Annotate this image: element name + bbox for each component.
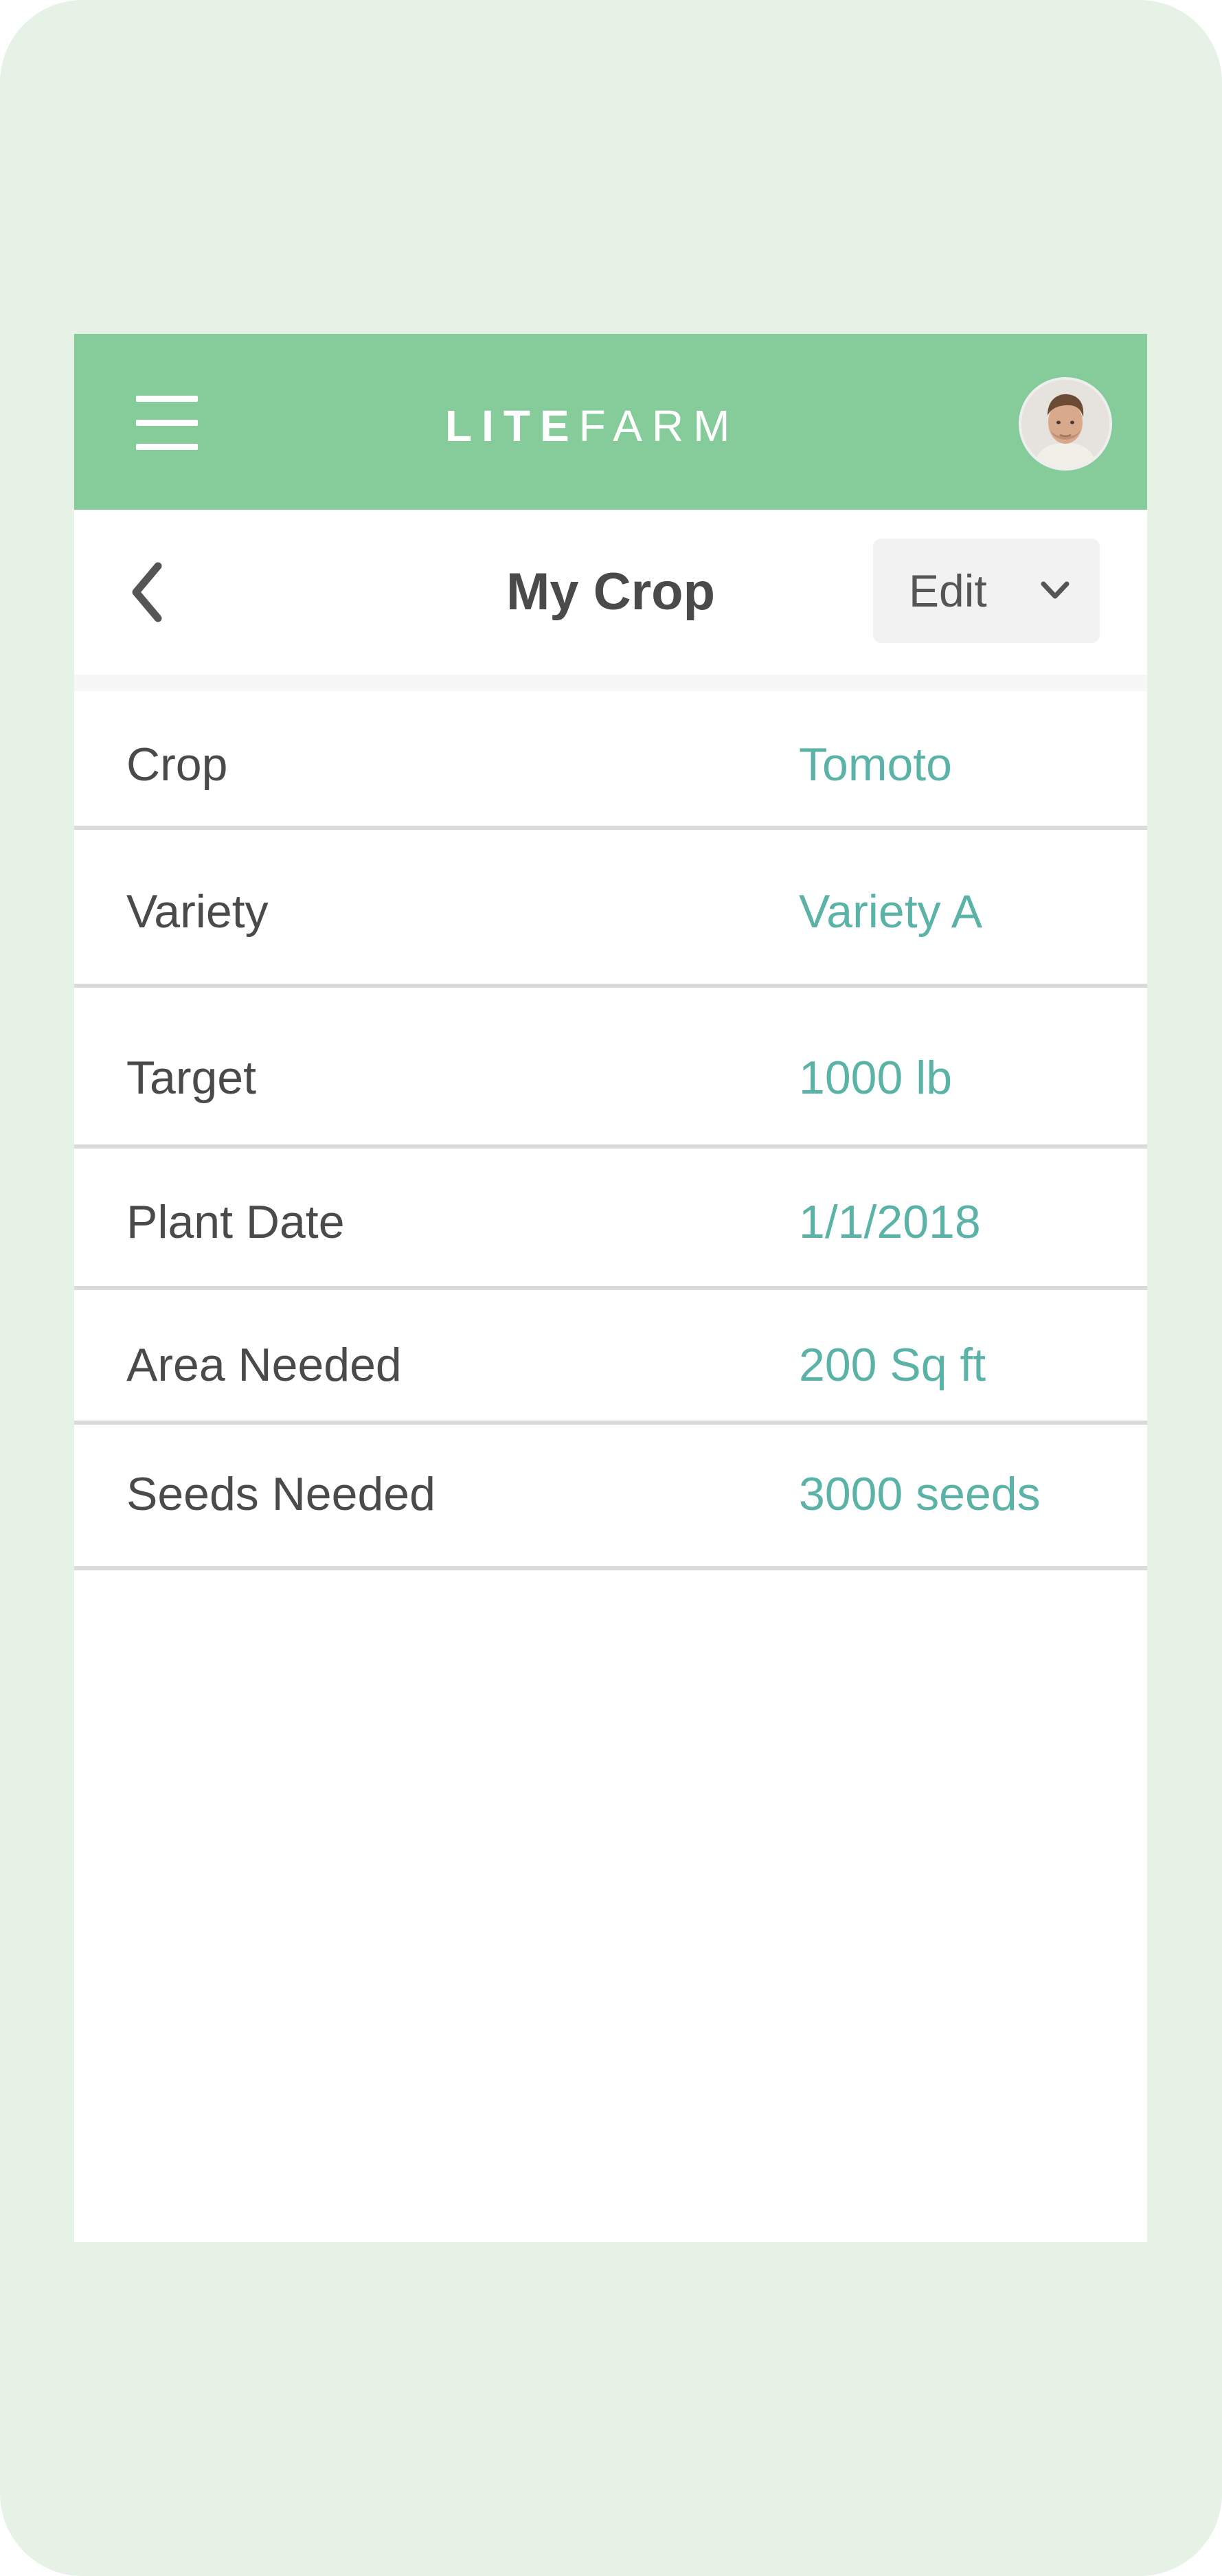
chevron-down-icon xyxy=(1041,581,1070,599)
top-navigation-bar: LITEFARM xyxy=(74,334,1147,510)
logo-farm: FARM xyxy=(578,401,740,451)
detail-row-area-needed: Area Needed 200 Sq ft xyxy=(74,1290,1147,1425)
detail-label: Target xyxy=(126,1052,256,1104)
detail-row-target: Target 1000 lb xyxy=(74,988,1147,1149)
page-header: My Crop Edit xyxy=(74,510,1147,675)
detail-label: Seeds Needed xyxy=(126,1468,435,1520)
detail-label: Variety xyxy=(126,885,269,938)
edit-button-label: Edit xyxy=(909,565,987,616)
menu-line xyxy=(136,444,198,450)
detail-row-variety: Variety Variety A xyxy=(74,830,1147,988)
detail-value: Tomoto xyxy=(799,738,952,791)
back-chevron-left-icon[interactable] xyxy=(122,558,177,626)
detail-label: Crop xyxy=(126,738,228,791)
detail-value: 1000 lb xyxy=(799,1052,953,1104)
app-screen: LITEFARM My Crop Edit Crop Tomoto Variet… xyxy=(74,334,1147,2242)
logo-lite: LITE xyxy=(445,401,579,451)
detail-row-seeds-needed: Seeds Needed 3000 seeds xyxy=(74,1425,1147,1570)
detail-value: 1/1/2018 xyxy=(799,1196,981,1248)
menu-line xyxy=(136,420,198,426)
detail-row-plant-date: Plant Date 1/1/2018 xyxy=(74,1149,1147,1290)
menu-line xyxy=(136,396,198,402)
detail-value: 200 Sq ft xyxy=(799,1339,986,1391)
detail-value: Variety A xyxy=(799,885,983,938)
detail-label: Plant Date xyxy=(126,1196,345,1248)
device-frame: LITEFARM My Crop Edit Crop Tomoto Variet… xyxy=(0,0,1222,2576)
hamburger-menu-icon[interactable] xyxy=(136,396,198,451)
avatar-portrait-icon xyxy=(1021,380,1109,468)
user-avatar[interactable] xyxy=(1019,377,1112,471)
detail-row-crop: Crop Tomoto xyxy=(74,691,1147,830)
litefarm-logo: LITEFARM xyxy=(445,398,789,453)
chevron-left-icon xyxy=(132,562,162,622)
edit-dropdown-button[interactable]: Edit xyxy=(873,539,1100,643)
detail-label: Area Needed xyxy=(126,1339,402,1391)
detail-value: 3000 seeds xyxy=(799,1468,1041,1520)
header-divider xyxy=(74,675,1147,691)
